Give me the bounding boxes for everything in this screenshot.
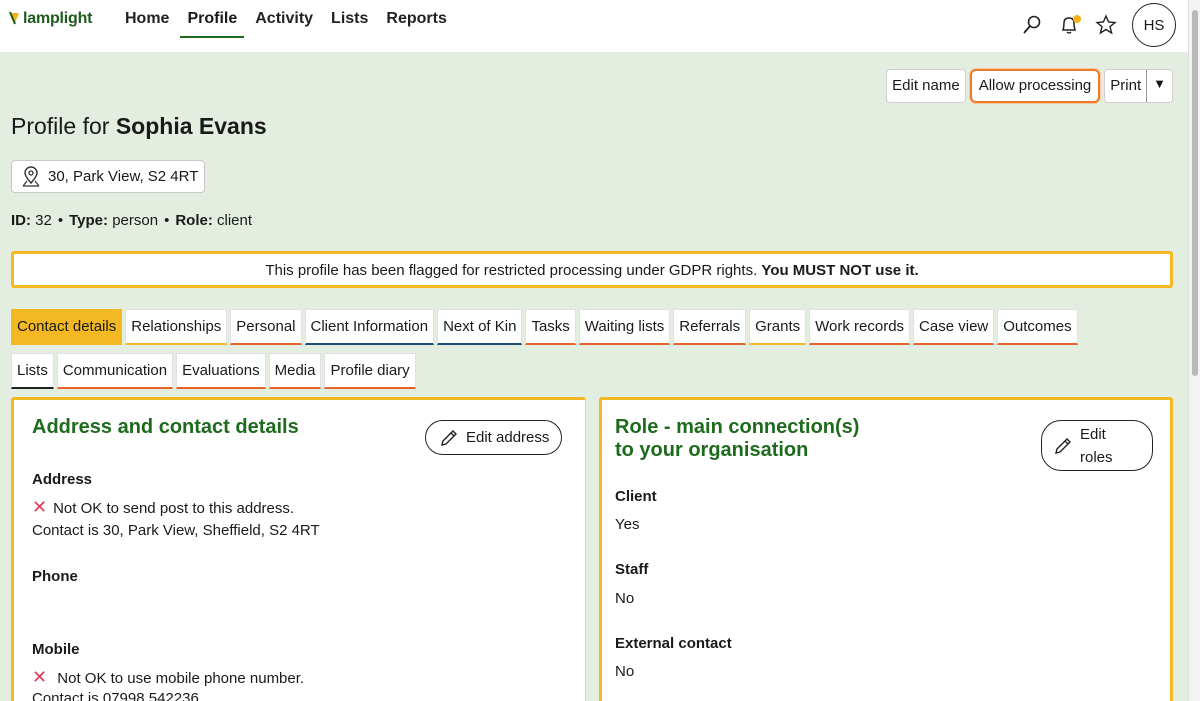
profile-tabs: Contact details Relationships Personal C…	[11, 309, 1173, 397]
address-chip[interactable]: 30, Park View, S2 4RT	[11, 160, 206, 193]
tab-tasks[interactable]: Tasks	[525, 309, 576, 345]
tab-relationships[interactable]: Relationships	[125, 309, 228, 345]
roles-heading-line1: Role - main connection(s)	[615, 416, 860, 438]
top-nav-bar: lamplight Home Profile Activity Lists Re…	[0, 0, 1188, 52]
tab-client-information[interactable]: Client Information	[304, 309, 435, 345]
tab-work-records[interactable]: Work records	[809, 309, 911, 345]
roles-heading-line2: to your organisation	[615, 439, 809, 461]
gdpr-strong-text: You MUST NOT use it.	[761, 262, 919, 279]
pencil-icon	[438, 427, 460, 449]
role-label: Role:	[175, 212, 213, 229]
staff-value: No	[615, 590, 635, 607]
tab-referrals[interactable]: Referrals	[673, 309, 747, 345]
print-label[interactable]: Print	[1105, 70, 1146, 102]
type-label: Type:	[69, 212, 109, 229]
id-label: ID:	[11, 212, 31, 229]
print-dropdown-arrow[interactable]: ▼	[1146, 70, 1172, 102]
page-scrollbar[interactable]	[1188, 0, 1200, 701]
mobile-contact: Contact is 07998 542236	[32, 690, 199, 701]
contact-heading: Address and contact details	[32, 416, 299, 438]
external-contact-value: No	[615, 663, 635, 680]
header-tools: HS	[1007, 3, 1176, 47]
tab-outcomes[interactable]: Outcomes	[997, 309, 1078, 345]
page-title: Profile for Sophia Evans	[11, 113, 267, 140]
edit-roles-line2: roles	[1080, 448, 1113, 466]
tab-personal[interactable]: Personal	[230, 309, 302, 345]
tab-row-2: Lists Communication Evaluations Media Pr…	[11, 353, 1173, 389]
tab-profile-diary[interactable]: Profile diary	[324, 353, 416, 389]
brand-name: lamplight	[23, 10, 93, 27]
tab-case-view[interactable]: Case view	[913, 309, 995, 345]
search-icon[interactable]	[1020, 13, 1044, 37]
edit-roles-line1: Edit	[1080, 425, 1106, 443]
mobile-label: Mobile	[32, 641, 80, 658]
edit-roles-label: Edit roles	[1080, 423, 1113, 469]
cross-icon: ✕	[32, 667, 48, 687]
tab-communication[interactable]: Communication	[56, 353, 174, 389]
tab-row-1: Contact details Relationships Personal C…	[11, 309, 1173, 345]
pencil-icon	[1052, 435, 1074, 457]
nav-lists[interactable]: Lists	[324, 0, 375, 38]
address-label: Address	[32, 471, 93, 488]
tab-contact-details[interactable]: Contact details	[11, 309, 123, 345]
client-label: Client	[615, 488, 657, 505]
title-prefix: Profile for	[11, 113, 110, 139]
edit-roles-button[interactable]: Edit roles	[1041, 420, 1153, 471]
gdpr-warning-banner: This profile has been flagged for restri…	[11, 251, 1173, 288]
id-value: 32	[35, 212, 52, 229]
mobile-warning: ✕ Not OK to use mobile phone number.	[32, 667, 304, 688]
tab-grants[interactable]: Grants	[749, 309, 807, 345]
client-value: Yes	[615, 516, 640, 533]
notification-dot	[1073, 15, 1081, 23]
staff-label: Staff	[615, 561, 649, 578]
type-value: person	[112, 212, 159, 229]
main-nav: Home Profile Activity Lists Reports	[118, 0, 458, 40]
nav-home[interactable]: Home	[118, 0, 176, 38]
roles-heading: Role - main connection(s) to your organi…	[615, 416, 859, 462]
mobile-warning-text: Not OK to use mobile phone number.	[57, 670, 305, 687]
tab-next-of-kin[interactable]: Next of Kin	[437, 309, 523, 345]
tab-evaluations[interactable]: Evaluations	[176, 353, 266, 389]
gdpr-text: This profile has been flagged for restri…	[265, 262, 758, 279]
print-button[interactable]: Print ▼	[1104, 69, 1173, 103]
allow-processing-button[interactable]: Allow processing	[969, 69, 1101, 103]
edit-address-label: Edit address	[466, 429, 550, 446]
address-warning-text: Not OK to send post to this address.	[53, 500, 295, 517]
profile-actions: Edit name Allow processing Print ▼	[882, 69, 1173, 103]
edit-address-button[interactable]: Edit address	[425, 420, 563, 455]
roles-panel: Role - main connection(s) to your organi…	[599, 397, 1173, 701]
profile-meta: ID: 32 • Type: person • Role: client	[11, 212, 253, 229]
address-chip-text: 30, Park View, S2 4RT	[48, 168, 199, 185]
phone-label: Phone	[32, 568, 78, 585]
lamp-logo-icon	[9, 11, 21, 27]
nav-activity[interactable]: Activity	[248, 0, 320, 38]
tab-waiting-lists[interactable]: Waiting lists	[578, 309, 671, 345]
map-pin-icon	[20, 165, 42, 188]
lamplight-logo[interactable]: lamplight	[9, 7, 93, 31]
role-value: client	[217, 212, 253, 229]
scrollbar-thumb[interactable]	[1192, 10, 1198, 376]
address-warning: ✕ Not OK to send post to this address.	[32, 497, 294, 518]
cross-icon: ✕	[32, 497, 48, 517]
nav-reports[interactable]: Reports	[379, 0, 453, 38]
user-avatar[interactable]: HS	[1132, 3, 1176, 47]
bell-icon[interactable]	[1057, 13, 1081, 37]
contact-details-panel: Address and contact details Edit address…	[11, 397, 586, 701]
tab-media[interactable]: Media	[268, 353, 322, 389]
external-contact-label: External contact	[615, 635, 732, 652]
address-contact: Contact is 30, Park View, Sheffield, S2 …	[32, 522, 320, 539]
star-icon[interactable]	[1094, 13, 1118, 37]
tab-lists[interactable]: Lists	[11, 353, 54, 389]
nav-profile[interactable]: Profile	[180, 0, 245, 38]
edit-name-button[interactable]: Edit name	[886, 69, 966, 103]
profile-name: Sophia Evans	[115, 113, 267, 139]
